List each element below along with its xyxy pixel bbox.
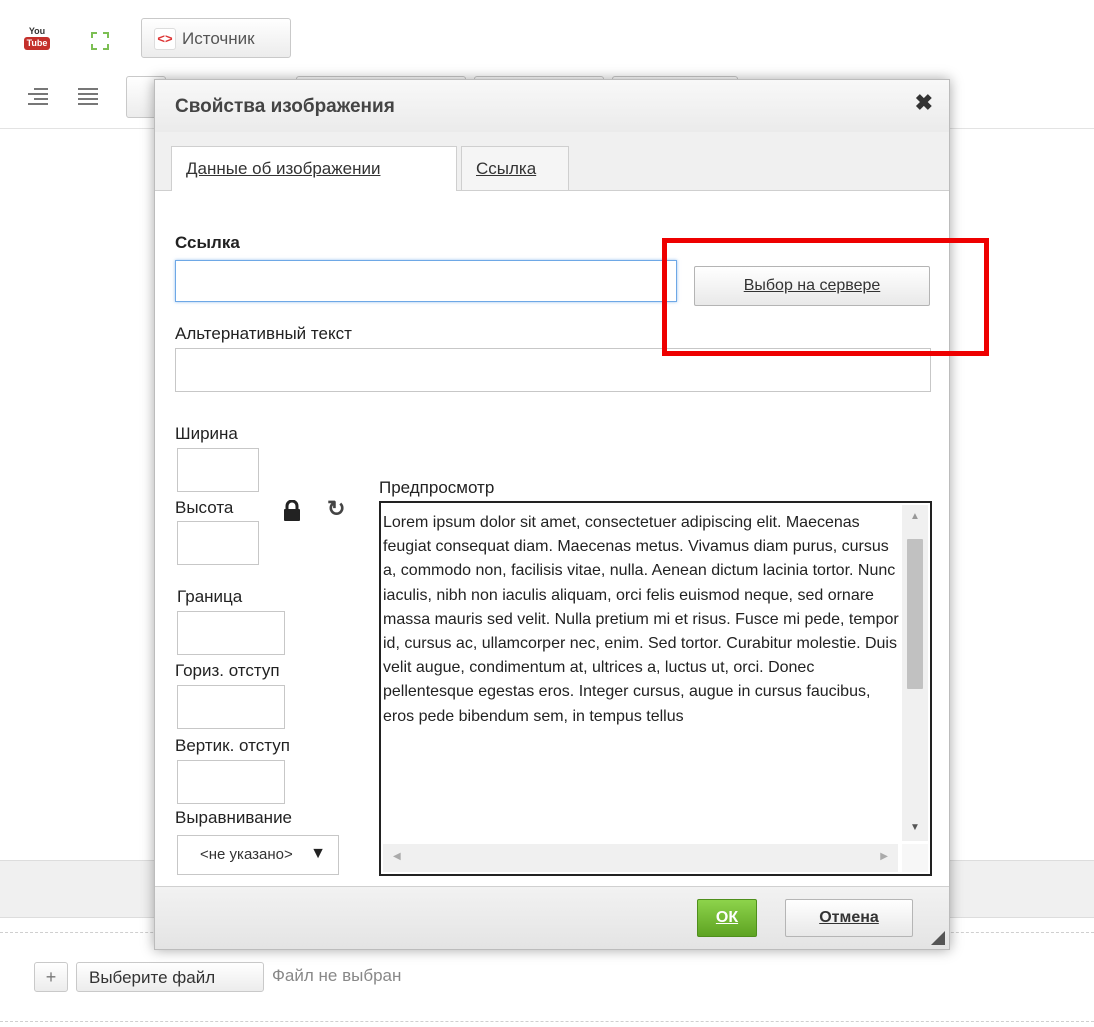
- preview-label: Предпросмотр: [379, 478, 495, 497]
- chevron-down-icon: ▼: [310, 845, 326, 862]
- preview-box: Lorem ipsum dolor sit amet, consectetuer…: [379, 501, 932, 876]
- source-label: Источник: [182, 29, 255, 48]
- scroll-right-icon[interactable]: ▶: [880, 851, 888, 862]
- ok-button[interactable]: ОК: [697, 899, 757, 937]
- dialog-title: Свойства изображения: [175, 96, 395, 117]
- youtube-icon-bottom: Tube: [24, 37, 50, 50]
- cancel-button[interactable]: Отмена: [785, 899, 913, 937]
- alt-text-label: Альтернативный текст: [175, 324, 352, 343]
- scroll-thumb[interactable]: [907, 539, 923, 689]
- align-select-value: <не указано>: [200, 846, 293, 863]
- height-label: Высота: [175, 498, 234, 517]
- align-right-icon[interactable]: [28, 88, 48, 108]
- horizontal-scrollbar[interactable]: ◀ ▶: [383, 844, 898, 872]
- youtube-icon-top: You: [28, 26, 46, 36]
- url-input[interactable]: [175, 260, 677, 302]
- tab-image-info[interactable]: Данные об изображении: [171, 146, 457, 191]
- lock-icon[interactable]: [282, 499, 302, 522]
- alt-text-input[interactable]: [175, 348, 931, 392]
- vertical-scrollbar[interactable]: ▲ ▼: [902, 505, 928, 841]
- dialog-titlebar[interactable]: Свойства изображения ✖: [155, 80, 949, 133]
- hspace-label: Гориз. отступ: [175, 661, 280, 680]
- tab-strip: Данные об изображении Ссылка: [155, 132, 949, 191]
- preview-text: Lorem ipsum dolor sit amet, consectetuer…: [383, 514, 899, 725]
- align-label: Выравнивание: [175, 808, 293, 827]
- browse-server-button[interactable]: Выбор на сервере: [694, 266, 930, 306]
- maximize-icon[interactable]: [83, 24, 117, 58]
- url-label: Ссылка: [175, 233, 240, 252]
- scroll-up-icon[interactable]: ▲: [910, 511, 920, 522]
- scroll-left-icon[interactable]: ◀: [393, 851, 401, 862]
- border-input[interactable]: [177, 611, 285, 655]
- align-justify-icon[interactable]: [78, 88, 98, 108]
- source-icon: <>: [154, 28, 176, 50]
- height-input[interactable]: [177, 521, 259, 565]
- border-label: Граница: [177, 587, 243, 606]
- choose-file-button[interactable]: Выберите файл: [76, 962, 264, 992]
- tab-link[interactable]: Ссылка: [461, 146, 569, 190]
- tab-label: Данные об изображении: [186, 159, 381, 178]
- align-select[interactable]: <не указано> ▼: [177, 835, 339, 875]
- source-button[interactable]: <> Источник: [141, 18, 291, 58]
- image-properties-dialog: Свойства изображения ✖ Данные об изображ…: [154, 79, 950, 950]
- divider: [0, 1021, 1094, 1022]
- file-status: Файл не выбран: [272, 966, 402, 985]
- vspace-label: Вертик. отступ: [175, 736, 290, 755]
- add-file-button[interactable]: +: [34, 962, 68, 992]
- vspace-input[interactable]: [177, 760, 285, 804]
- close-icon[interactable]: ✖: [915, 90, 933, 116]
- tab-label: Ссылка: [476, 159, 537, 178]
- choose-file-label: Выберите файл: [89, 968, 216, 987]
- youtube-icon[interactable]: You Tube: [24, 26, 50, 54]
- width-input[interactable]: [177, 448, 259, 492]
- reset-size-icon[interactable]: ↻: [327, 496, 345, 522]
- scroll-corner: [902, 844, 928, 872]
- width-label: Ширина: [175, 424, 238, 443]
- scroll-down-icon[interactable]: ▼: [910, 822, 920, 833]
- dialog-footer: ОК Отмена: [155, 886, 949, 949]
- resize-grip-icon[interactable]: [931, 931, 945, 945]
- hspace-input[interactable]: [177, 685, 285, 729]
